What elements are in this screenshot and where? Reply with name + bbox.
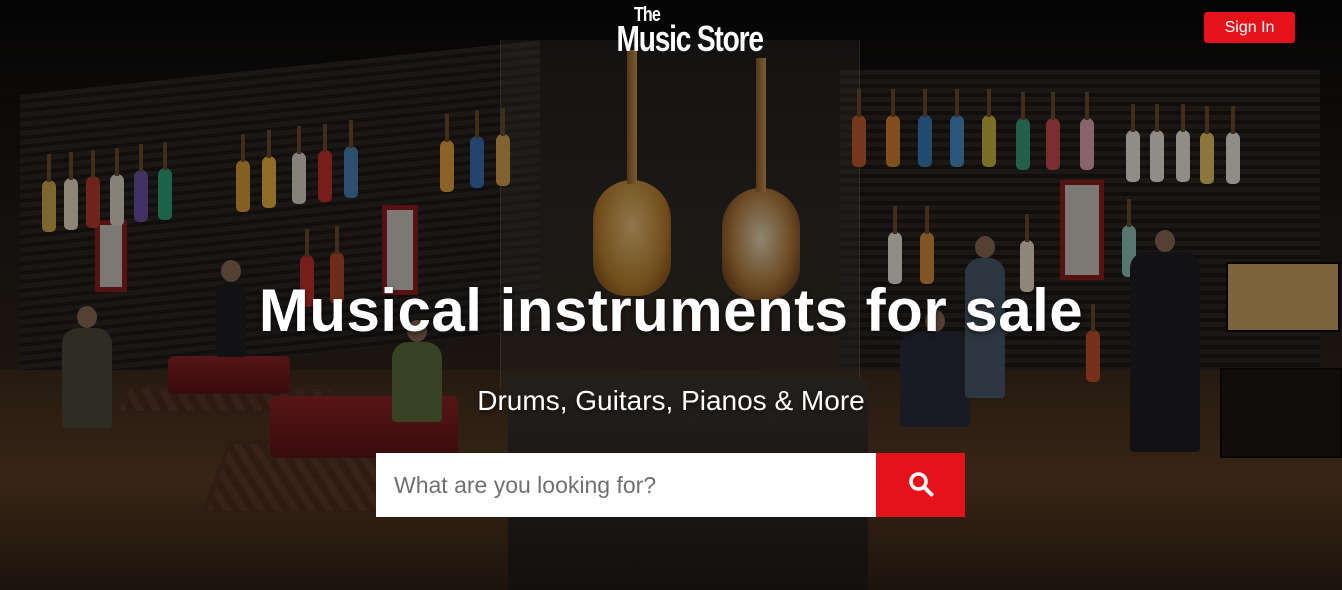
hero-headline: Musical instruments for sale	[258, 277, 1084, 344]
search-input[interactable]	[376, 453, 876, 517]
store-logo[interactable]: The Music Store	[600, 4, 764, 59]
sign-in-button[interactable]: Sign In	[1204, 12, 1295, 43]
hero-banner: The Music Store Sign In Musical instrume…	[0, 0, 1342, 590]
logo-text-main: Music Store	[616, 18, 764, 59]
search-bar	[376, 453, 965, 517]
hero-subheadline: Drums, Guitars, Pianos & More	[477, 385, 865, 416]
search-button[interactable]	[876, 453, 965, 517]
search-icon	[908, 471, 934, 500]
